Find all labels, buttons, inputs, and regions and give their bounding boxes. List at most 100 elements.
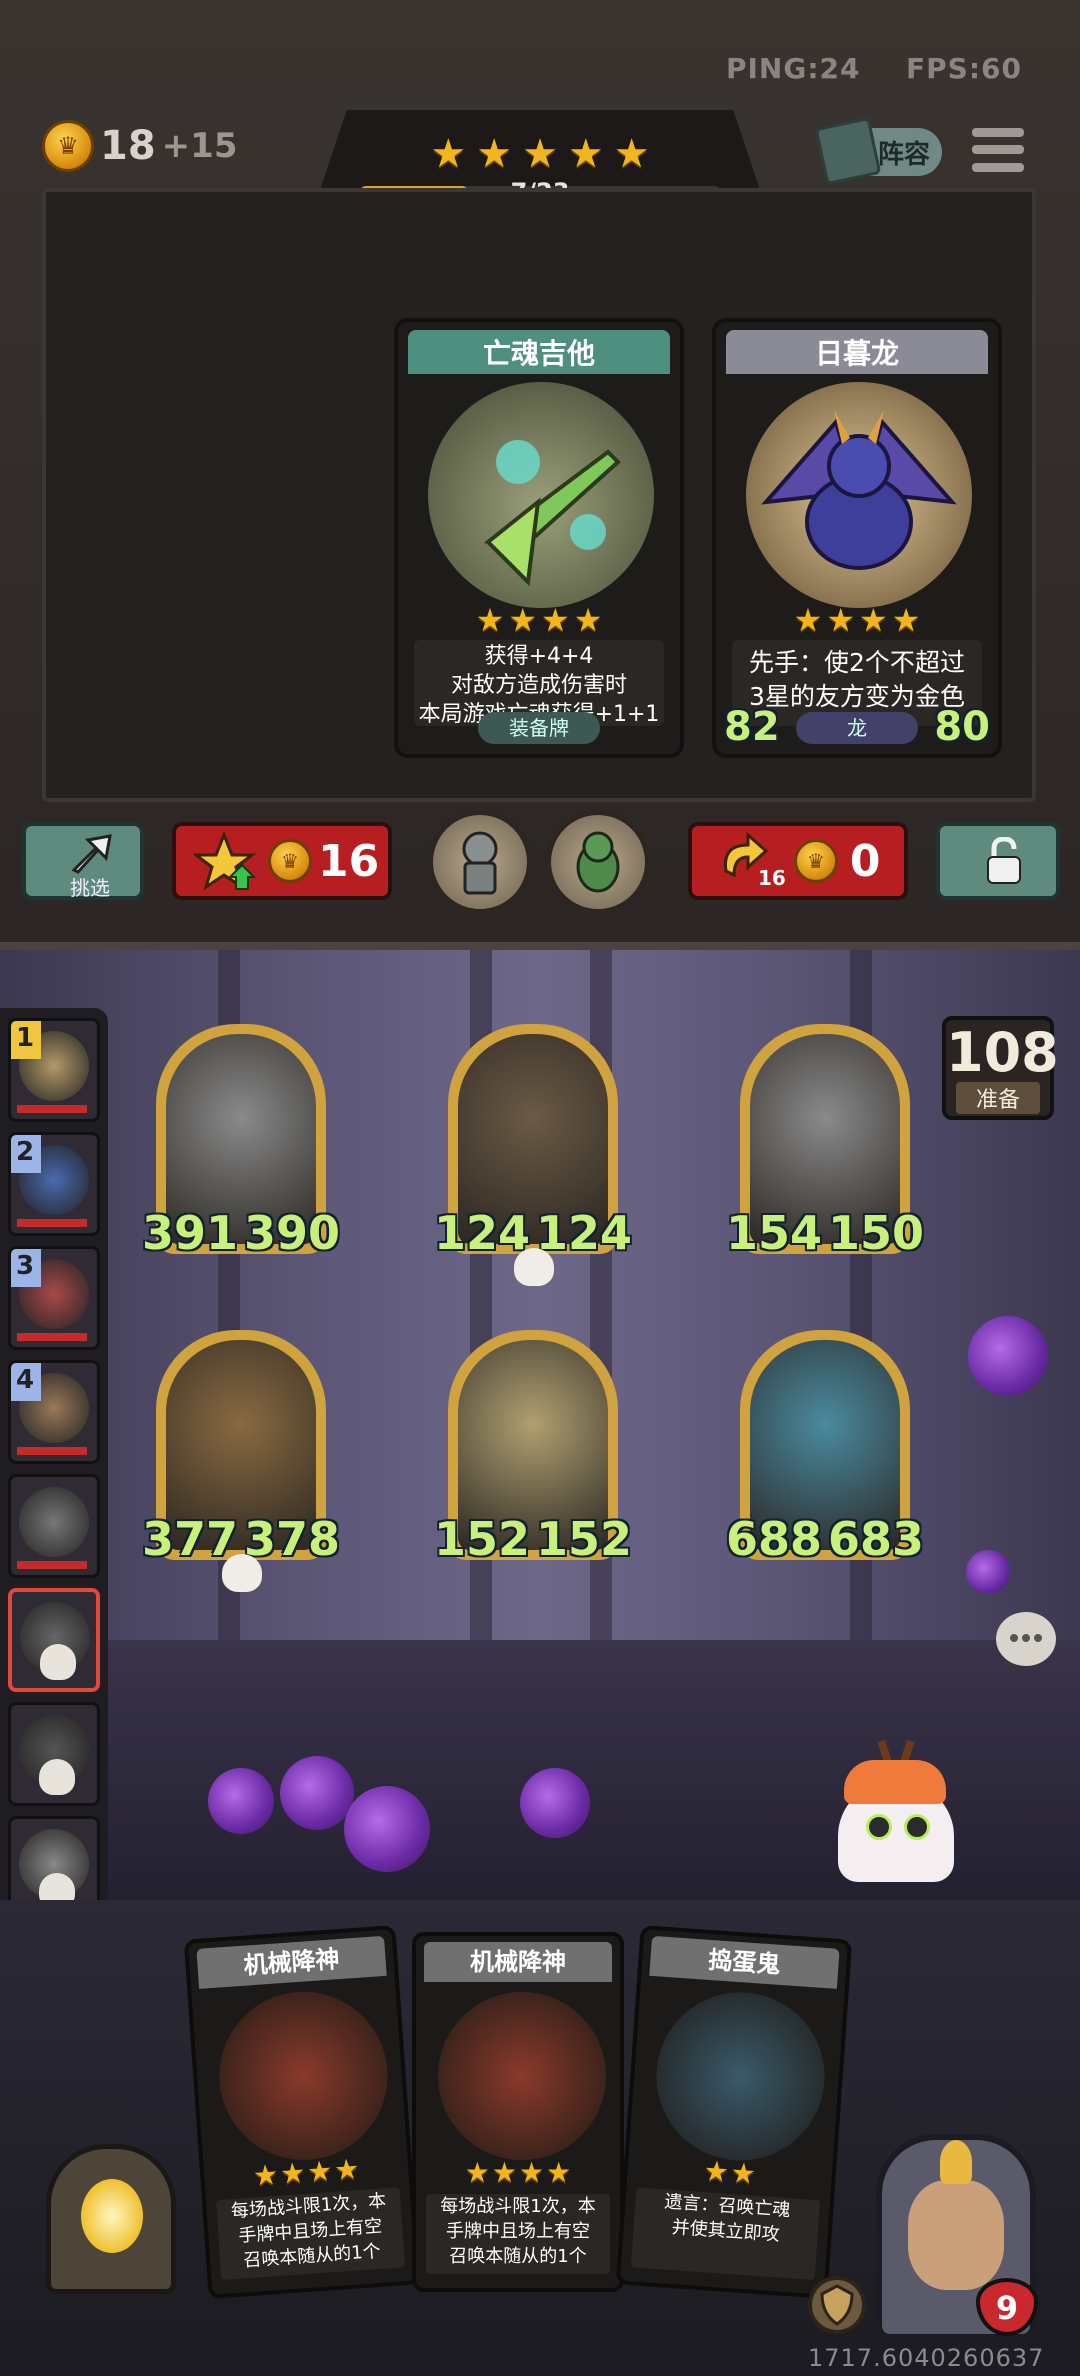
crown-coin-icon: ♛ (42, 120, 94, 172)
lightbulb-crown-icon (940, 2140, 972, 2184)
desc-line: 手牌中且场上有空 (446, 2221, 590, 2242)
menu-bar (972, 128, 1024, 138)
network-stats: PING:24 FPS:60 (726, 52, 1022, 85)
turn-phase-label: 准备 (956, 1082, 1040, 1114)
star-icon: ★ (464, 2156, 490, 2189)
card-art (438, 1992, 606, 2160)
star-icon: ★ (573, 601, 603, 639)
desc-line: 获得+4+4 (484, 644, 594, 669)
card-stars: ★ ★ ★ ★ (398, 600, 680, 640)
board-unit[interactable]: 391 390 (142, 1024, 340, 1274)
shop-card-ghost-guitar[interactable]: 亡魂吉他 ★★★★ 获得+4+4 对敌方造成伤害时 本局游戏亡魂获得+1+1 装… (394, 318, 684, 758)
shop-card-dusk-dragon[interactable]: 日暮龙 ★ ★ ★ ★ 先手：使2个不超过 3星的友方变为金色 82 龙 80 (712, 318, 1002, 758)
hand-card[interactable]: 机械降神 ★ ★ ★ ★ 每场战斗限1次，本 手牌中且场上有空 召唤本随从的1个 (412, 1932, 624, 2292)
star-icon: ★ (567, 131, 604, 177)
opponent-health-bar (17, 1219, 87, 1227)
unit-health: 150 (827, 1206, 924, 1260)
turn-counter: 108 准备 (942, 1016, 1059, 1120)
robot-icon (462, 831, 498, 895)
menu-bar (972, 162, 1024, 172)
opponent-health-bar (17, 1561, 87, 1569)
star-icon: ★ (306, 2154, 334, 2189)
gold-amount: 18 (100, 123, 156, 169)
unit-health: 390 (243, 1206, 340, 1260)
hero-power-button[interactable] (808, 2276, 866, 2334)
ghost-eye (866, 1814, 892, 1840)
opponent-health-bar (17, 1105, 87, 1113)
card-art (650, 1986, 831, 2167)
star-icon: ★ (279, 2155, 307, 2191)
star-icon: ★ (430, 131, 467, 177)
desc-line: 每场战斗限1次，本 (440, 2196, 596, 2217)
dusk-dragon-art (746, 382, 972, 608)
unlock-icon (987, 837, 1021, 884)
opponent-portrait[interactable]: 4 (8, 1360, 100, 1464)
opponent-portrait[interactable] (8, 1702, 100, 1806)
salmon-hat (844, 1760, 946, 1804)
upgrade-tier-button[interactable]: ♛ 16 (172, 822, 392, 900)
card-art (213, 1986, 394, 2166)
opponents-sidebar: 1 2 3 4 (0, 1008, 108, 1928)
purple-rose (344, 1786, 430, 1872)
card-description: 每场战斗限1次，本 手牌中且场上有空 召唤本随从的1个 (426, 2194, 610, 2274)
pick-button[interactable]: 挑选 (22, 822, 144, 900)
board-unit[interactable]: 154 150 (726, 1024, 924, 1274)
fps-readout: FPS:60 (906, 52, 1022, 85)
board-unit[interactable]: 377 378 (142, 1330, 340, 1592)
upgrade-cost: 16 (318, 835, 380, 887)
sushi-ghost-mascot[interactable] (830, 1739, 960, 1890)
freeze-unit-slot-robot[interactable] (428, 810, 532, 914)
hand-card[interactable]: 捣蛋鬼 ★ ★ 遗言：召唤亡魂 并使其立即攻 (615, 1925, 853, 2299)
card-stars: ★ ★ ★ ★ (716, 600, 998, 640)
skull-icon (39, 1759, 75, 1795)
hand-card[interactable]: 机械降神 ★ ★ ★ ★ 每场战斗限1次，本 手牌中且场上有空 召唤本随从的1个 (183, 1925, 421, 2299)
unit-health: 124 (535, 1206, 632, 1260)
opponent-portrait[interactable]: 3 (8, 1246, 100, 1350)
tier-stars: ★ ★ ★ ★ ★ (430, 134, 649, 174)
star-icon: ★ (891, 601, 921, 639)
gold-display: ♛ 18 +15 (42, 120, 237, 172)
star-icon: ★ (859, 601, 888, 639)
refresh-button[interactable]: 16 ♛ 0 (688, 822, 908, 900)
card-name: 机械降神 (424, 1942, 612, 1982)
skull-icon (514, 1248, 554, 1286)
star-icon: ★ (251, 2157, 280, 2193)
opponent-rank-badge: 1 (11, 1021, 41, 1059)
menu-bar (972, 145, 1024, 155)
opponent-face (19, 1487, 89, 1557)
opponent-portrait[interactable]: 2 (8, 1132, 100, 1236)
opponent-rank-badge: 3 (11, 1249, 41, 1287)
board-unit[interactable]: 124 124 (434, 1024, 632, 1286)
opponent-rank-badge: 2 (11, 1135, 41, 1173)
star-icon: ★ (702, 2154, 730, 2189)
star-icon: ★ (613, 131, 650, 177)
card-name: 亡魂吉他 (408, 330, 670, 374)
lightbulb-icon (81, 2179, 143, 2253)
card-attack: 82 (724, 704, 780, 750)
freeze-unit-slot-lizard[interactable] (546, 810, 650, 914)
ghost-eye (904, 1814, 930, 1840)
lineup-button[interactable]: 阵容 (814, 116, 942, 186)
shield-icon (820, 2284, 854, 2326)
menu-button[interactable] (972, 124, 1024, 176)
coordinate-readout: 1717.6040260637 (808, 2344, 1045, 2372)
board-unit[interactable]: 688 683 (726, 1330, 924, 1580)
card-name: 日暮龙 (726, 330, 988, 374)
skull-icon (40, 1644, 76, 1680)
opponent-portrait[interactable] (8, 1588, 100, 1692)
hint-lightbulb-button[interactable] (46, 2144, 176, 2294)
guitar-icon (483, 440, 621, 587)
chat-button[interactable] (996, 1612, 1056, 1666)
opponent-portrait[interactable] (8, 1474, 100, 1578)
card-description: 每场战斗限1次，本 手牌中且场上有空 召唤本随从的1个 (215, 2187, 406, 2281)
card-name: 捣蛋鬼 (649, 1935, 840, 1989)
purple-rose (280, 1756, 354, 1830)
opponent-portrait[interactable]: 1 (8, 1018, 100, 1122)
unit-attack: 124 (434, 1206, 531, 1260)
purple-rose (208, 1768, 274, 1834)
crown-coin-icon: ♛ (793, 839, 838, 883)
lock-shop-button[interactable] (936, 822, 1060, 900)
card-type: 龙 (796, 712, 918, 744)
board-unit[interactable]: 152 152 (434, 1330, 632, 1580)
unit-health: 378 (243, 1512, 340, 1566)
